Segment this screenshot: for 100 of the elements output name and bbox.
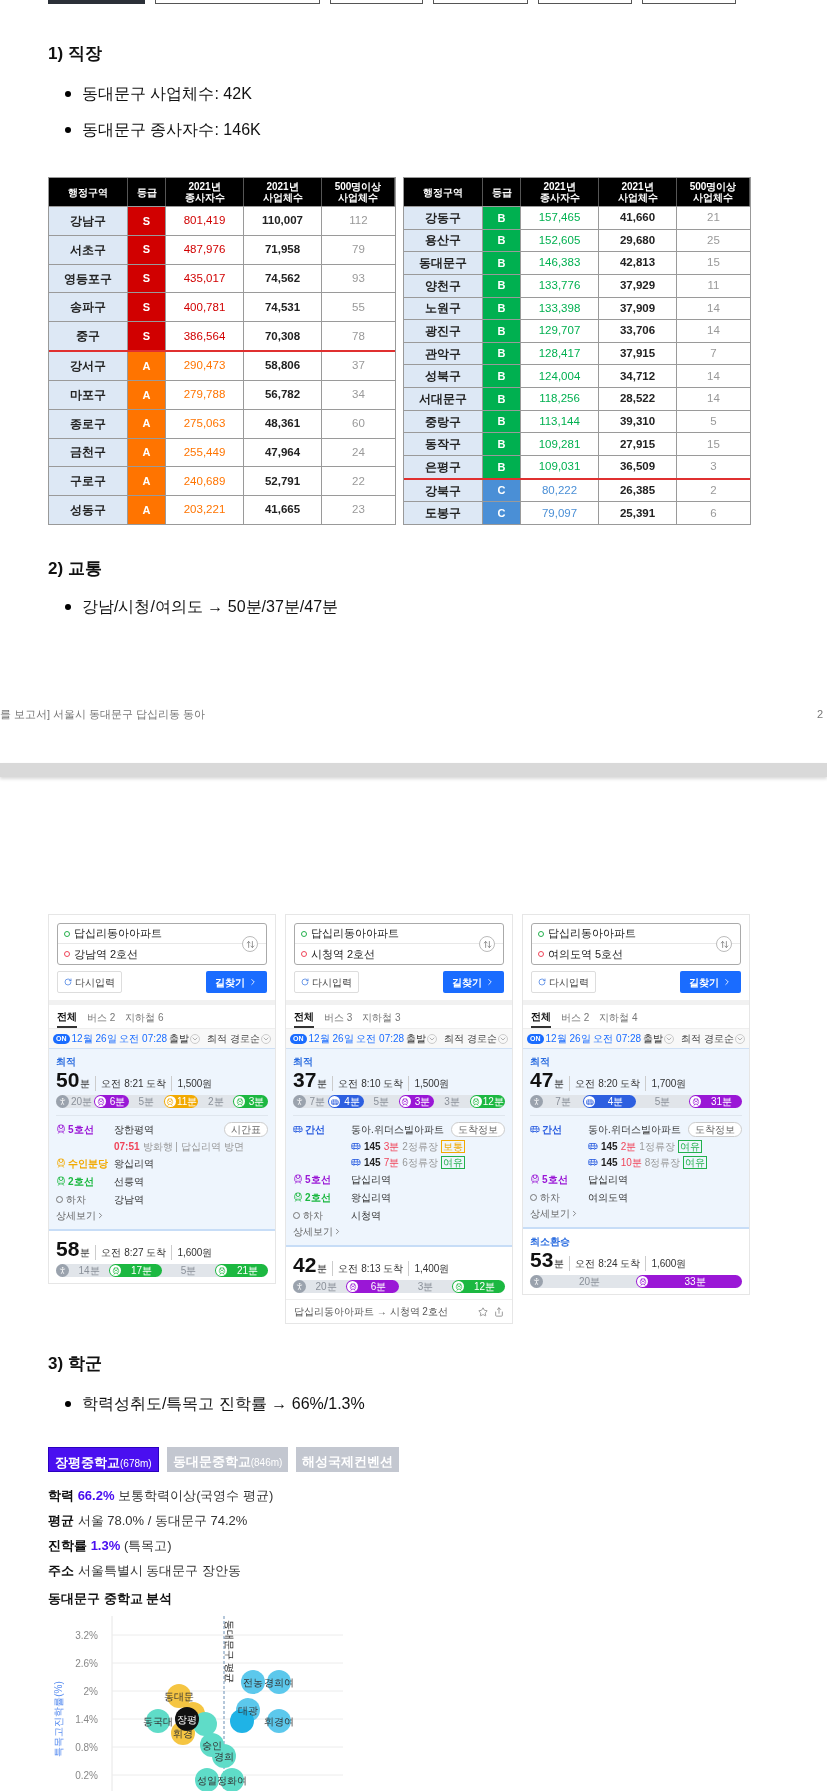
employees-cell: 79,097	[521, 502, 599, 524]
bubble-label: 성일	[197, 1775, 217, 1786]
chevron-icon	[96, 1211, 105, 1220]
large-business-cell-text: 14	[706, 300, 721, 316]
bubble-label: 대광	[238, 1705, 258, 1716]
school-info-line: 진학률 1.3% (특목고)	[48, 1537, 173, 1555]
ride-time: 4분	[343, 1095, 361, 1108]
detail-link[interactable]: 상세보기	[530, 1206, 579, 1221]
employees-cell: 279,788	[166, 380, 244, 409]
fare: 1,700원	[645, 1076, 687, 1091]
arrival-time: 오전 8:20 도착	[569, 1076, 641, 1091]
star-icon[interactable]	[478, 1306, 488, 1317]
school-info-line: 학력 66.2% 보통학력이상(국영수 평균)	[48, 1487, 275, 1505]
arrival-time: 오전 8:13 도착	[332, 1261, 404, 1276]
businesses-cell: 25,391	[599, 502, 677, 524]
grade-cell: S	[128, 207, 166, 235]
employees-cell: 118,256	[521, 388, 599, 410]
reset-button[interactable]: 다시입력	[294, 971, 359, 993]
large-business-cell-text: 14	[706, 368, 721, 384]
page-footer-text: 를 보고서] 서울시 동대문구 답십리동 동아	[0, 707, 206, 721]
y-tick-label: 0.2%	[75, 1770, 98, 1781]
refresh-icon	[64, 978, 72, 986]
sort-order[interactable]: 최적 경로순	[444, 1031, 497, 1046]
swap-button[interactable]	[242, 936, 258, 952]
column-header: 2021년 사업체수	[599, 178, 677, 206]
filter-tab[interactable]: 지하철 6	[125, 1006, 164, 1028]
ride-time: 4분	[606, 1095, 625, 1108]
tab-button-edge[interactable]	[538, 0, 632, 4]
grade-cell: S	[128, 264, 166, 293]
route-summary[interactable]: 최적 47분 오전 8:20 도착 1,700원 7분 4분 5분 31분 간선 동아.위더스빌아파트 도착정보 145 2분 1정류장 여유 145 10분 8정류장 여유 5호선 답십리역 하차 여의도역 상세보기	[523, 1049, 749, 1229]
route-tag: 최적	[530, 1055, 742, 1068]
train-icon	[637, 1276, 648, 1287]
sort-order[interactable]: 최적 경로순	[207, 1031, 260, 1046]
tab-button-edge[interactable]	[433, 0, 528, 4]
chevron-icon	[570, 1209, 579, 1218]
info-button[interactable]: 도착정보	[688, 1121, 742, 1137]
grade-cell: B	[483, 433, 521, 456]
businesses-cell: 34,712	[599, 365, 677, 388]
bullet-text: 강남/시청/여의도 → 50분/37분/47분	[82, 597, 339, 617]
businesses-cell: 74,531	[244, 293, 322, 322]
train-icon	[530, 1174, 540, 1184]
detail-link[interactable]: 상세보기	[56, 1208, 105, 1223]
large-business-cell-text: 6	[709, 505, 718, 521]
filter-tab[interactable]: 지하철 3	[362, 1006, 401, 1028]
alight-label: 하차	[66, 1192, 86, 1207]
route-summary[interactable]: 최적 37분 오전 8:10 도착 1,500원 7분 4분 5분 3분 3분 12분 간선 동아.위더스빌아파트 도착정보 145 3분 2정류장 보통 145 7분 6정류장 여유 5호선 답십리역 2호선 왕십리역 하차 시청역 상세보기	[286, 1049, 512, 1247]
reset-button[interactable]: 다시입력	[531, 971, 596, 993]
district-cell: 동작구	[404, 433, 483, 456]
filter-tab[interactable]: 버스 2	[561, 1006, 590, 1028]
arrival-time: 오전 8:10 도착	[332, 1076, 404, 1091]
businesses-cell: 42,813	[599, 252, 677, 274]
grade-cell: C	[483, 479, 521, 502]
walking-person-icon	[530, 1275, 543, 1288]
filter-tab[interactable]: 지하철 4	[599, 1006, 638, 1028]
fare: 1,600원	[645, 1256, 687, 1271]
origin-field[interactable]: 답십리동아아파트	[311, 925, 399, 942]
destination-field[interactable]: 시청역 2호선	[311, 945, 376, 963]
ride-time: 12분	[472, 1280, 497, 1293]
departure-time: 12월 26일 오전 07:28	[71, 1032, 168, 1046]
bus-number: 145	[601, 1155, 618, 1170]
large-business-cell-text: 34	[351, 387, 366, 403]
tab-button-edge[interactable]	[642, 0, 736, 4]
tab-button-edge[interactable]	[330, 0, 423, 4]
swap-button[interactable]	[479, 936, 495, 952]
origin-field[interactable]: 답십리동아아파트	[548, 925, 636, 942]
tab-button-edge[interactable]	[155, 0, 320, 4]
filter-tab[interactable]: 버스 3	[324, 1006, 353, 1028]
sort-order[interactable]: 최적 경로순	[681, 1031, 734, 1046]
share-icon[interactable]	[494, 1306, 504, 1317]
stops-away: 6정류장	[402, 1155, 438, 1170]
filter-tab[interactable]: 버스 2	[87, 1006, 116, 1028]
departure-time: 12월 26일 오전 07:28	[308, 1032, 405, 1046]
businesses-cell: 74,562	[244, 264, 322, 293]
swap-button[interactable]	[716, 936, 732, 952]
detail-link[interactable]: 상세보기	[293, 1224, 342, 1239]
origin-field[interactable]: 답십리동아아파트	[74, 925, 162, 942]
ride-time: 3분	[413, 1095, 432, 1108]
travel-minutes: 50	[56, 1068, 80, 1092]
stops-away: 8정류장	[644, 1155, 681, 1170]
destination-field[interactable]: 여의도역 5호선	[548, 945, 624, 963]
info-button[interactable]: 도착정보	[451, 1121, 505, 1137]
train-icon	[347, 1281, 358, 1292]
grade-cell: B	[483, 229, 521, 252]
section-heading: 3) 학군	[48, 1354, 103, 1374]
train-icon	[110, 1265, 121, 1276]
info-button[interactable]: 시간표	[224, 1121, 268, 1137]
route-summary[interactable]: 최적 50분 오전 8:21 도착 1,500원 20분 6분 5분 11분 2분 3분 5호선 장한평역 시간표 07:51 방화행 | 답십리역 방면 수인분당 왕십리역 2호선 선릉역 하차 강남역 상세보기	[49, 1049, 275, 1231]
refresh-icon	[538, 978, 546, 986]
bus-icon	[584, 1096, 595, 1107]
search-route-button[interactable]: 길찾기	[443, 971, 504, 993]
destination-field[interactable]: 강남역 2호선	[74, 945, 139, 963]
school-tab[interactable]: 장평중학교(678m)	[48, 1447, 159, 1472]
line-name: 5호선	[68, 1122, 94, 1137]
column-header: 2021년 종사자수	[521, 178, 599, 206]
column-header: 2021년 사업체수	[244, 178, 322, 206]
search-route-button[interactable]: 길찾기	[680, 971, 741, 993]
bubble-label: 전농	[243, 1677, 263, 1688]
reset-button[interactable]: 다시입력	[57, 971, 122, 993]
search-route-button[interactable]: 길찾기	[206, 971, 267, 993]
train-icon	[690, 1096, 701, 1107]
